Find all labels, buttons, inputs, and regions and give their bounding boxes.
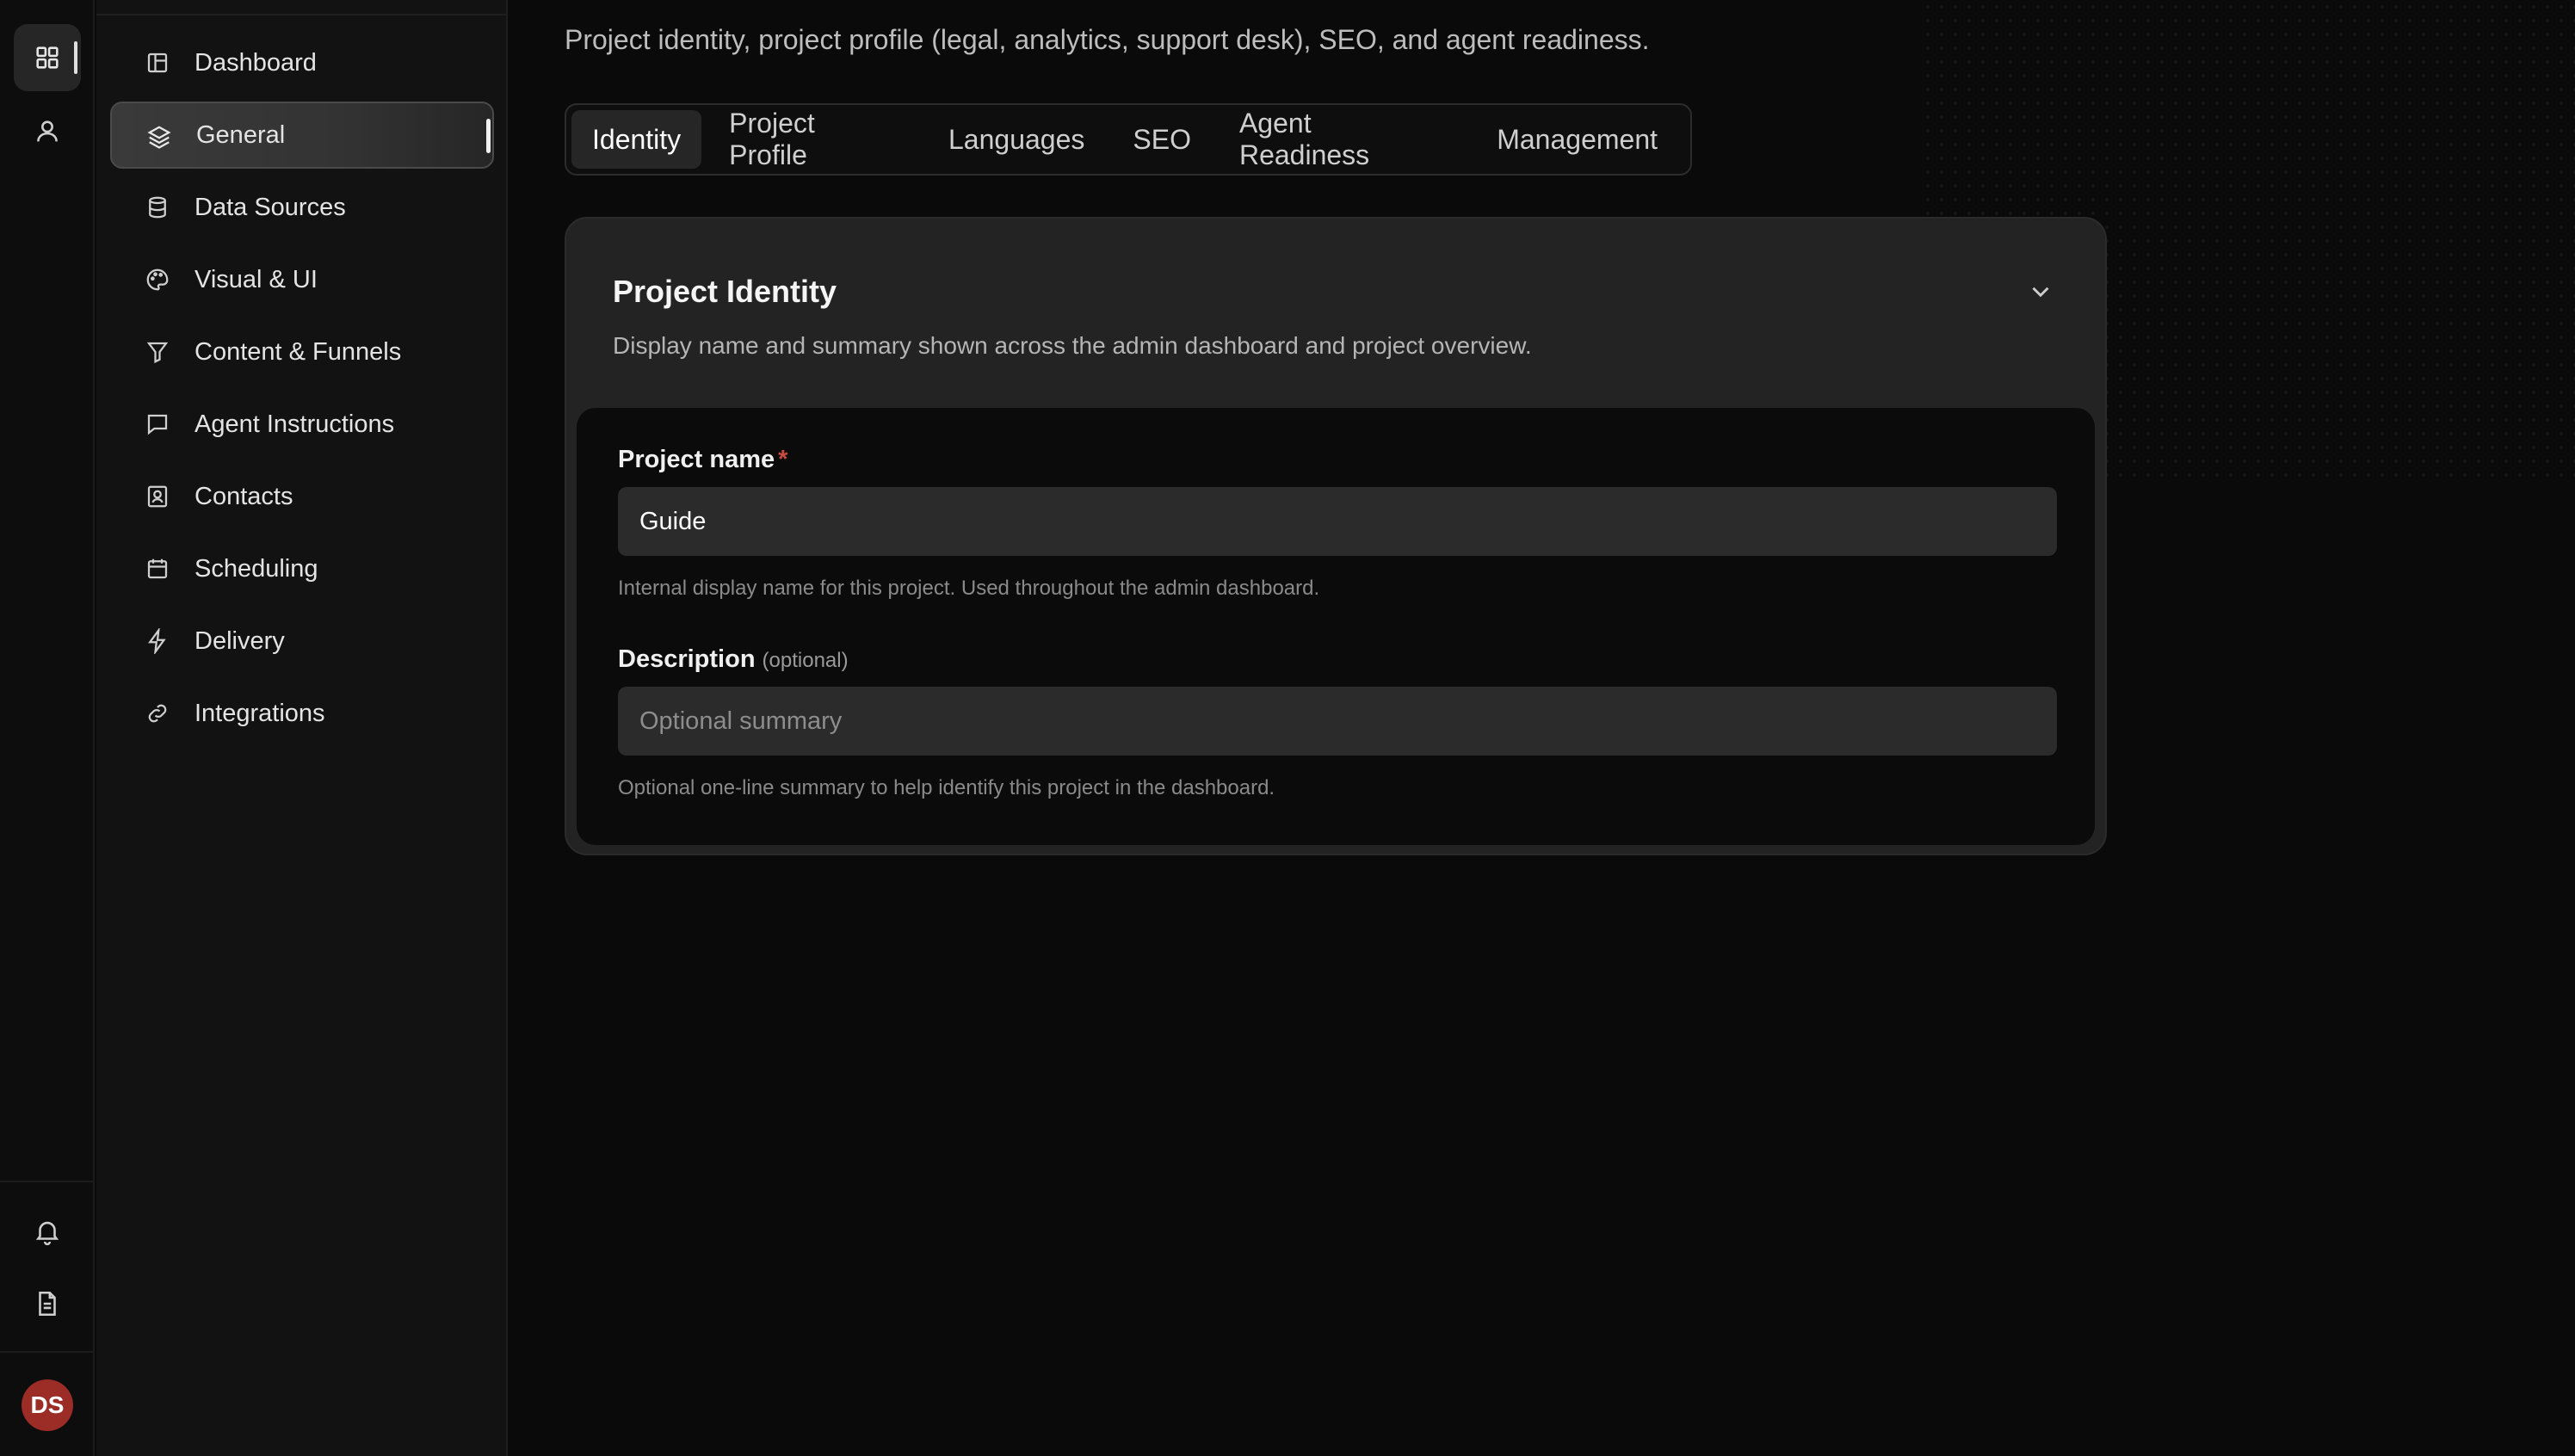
sidebar-item-contacts[interactable]: Contacts <box>110 463 494 530</box>
project-identity-card: Project Identity Display name and summar… <box>565 217 2107 855</box>
chevron-down-icon[interactable] <box>2026 277 2055 306</box>
rail-divider <box>0 1351 95 1353</box>
page-subtitle: Project identity, project profile (legal… <box>565 24 1650 55</box>
optional-mark: (optional) <box>762 649 849 672</box>
avatar[interactable]: DS <box>22 1379 73 1431</box>
sidebar-item-integrations[interactable]: Integrations <box>110 680 494 747</box>
project-name-label-text: Project name <box>618 446 775 473</box>
description-input[interactable] <box>618 687 2057 756</box>
sidebar-item-content-funnels[interactable]: Content & Funnels <box>110 318 494 386</box>
sidebar-item-visual-ui[interactable]: Visual & UI <box>110 246 494 313</box>
grid-icon[interactable] <box>14 24 81 91</box>
tab-seo[interactable]: SEO <box>1112 110 1212 169</box>
sidebar-item-agent-instructions[interactable]: Agent Instructions <box>110 391 494 458</box>
description-label-text: Description <box>618 645 756 673</box>
sidebar: Dashboard General Data Sources Visual & … <box>96 0 508 1456</box>
sidebar-item-delivery[interactable]: Delivery <box>110 608 494 675</box>
project-name-hint: Internal display name for this project. … <box>618 577 1320 600</box>
tab-languages[interactable]: Languages <box>928 110 1105 169</box>
sidebar-divider <box>96 14 508 15</box>
tab-bar: Identity Project Profile Languages SEO A… <box>565 103 1692 176</box>
description-label: Description (optional) <box>618 645 849 674</box>
sidebar-item-label: Content & Funnels <box>195 337 402 366</box>
main-content: Project identity, project profile (legal… <box>509 0 2575 1456</box>
description-hint: Optional one-line summary to help identi… <box>618 776 1275 799</box>
project-name-label: Project name * <box>618 446 787 474</box>
contact-card-icon <box>145 484 170 509</box>
sidebar-item-label: Visual & UI <box>195 265 318 293</box>
chat-icon <box>145 411 170 437</box>
tab-management[interactable]: Management <box>1476 110 1678 169</box>
lightning-icon <box>145 626 170 656</box>
sidebar-item-general[interactable]: General <box>110 102 494 169</box>
sidebar-item-label: Dashboard <box>195 48 317 77</box>
sidebar-item-label: Agent Instructions <box>195 410 395 438</box>
rail-divider <box>0 1181 95 1182</box>
required-mark: * <box>778 446 788 473</box>
layers-icon <box>146 124 172 150</box>
sidebar-item-label: Contacts <box>195 482 293 510</box>
user-icon[interactable] <box>14 98 81 165</box>
tab-project-profile[interactable]: Project Profile <box>708 108 921 170</box>
sidebar-item-scheduling[interactable]: Scheduling <box>110 535 494 602</box>
project-name-input[interactable] <box>618 487 2057 556</box>
card-description: Display name and summary shown across th… <box>613 332 1532 359</box>
tab-identity[interactable]: Identity <box>571 110 702 169</box>
palette-icon <box>145 267 170 293</box>
sidebar-item-label: Scheduling <box>195 554 318 583</box>
link-icon <box>145 700 170 726</box>
funnel-icon <box>145 339 170 365</box>
tab-agent-readiness[interactable]: Agent Readiness <box>1219 108 1469 170</box>
document-icon[interactable] <box>14 1270 81 1337</box>
card-form: Project name* Internal display name for … <box>577 408 2095 845</box>
dashboard-icon <box>145 50 170 76</box>
sidebar-item-label: Integrations <box>195 699 325 727</box>
sidebar-item-label: Data Sources <box>195 193 346 221</box>
sidebar-item-data-sources[interactable]: Data Sources <box>110 174 494 241</box>
calendar-icon <box>145 556 170 582</box>
sidebar-item-dashboard[interactable]: Dashboard <box>110 29 494 96</box>
sidebar-item-label: General <box>196 120 286 149</box>
icon-rail: DS <box>0 0 95 1456</box>
card-title: Project Identity <box>613 274 837 309</box>
bell-icon[interactable] <box>14 1198 81 1265</box>
database-icon <box>145 194 170 220</box>
sidebar-item-label: Delivery <box>195 626 285 655</box>
